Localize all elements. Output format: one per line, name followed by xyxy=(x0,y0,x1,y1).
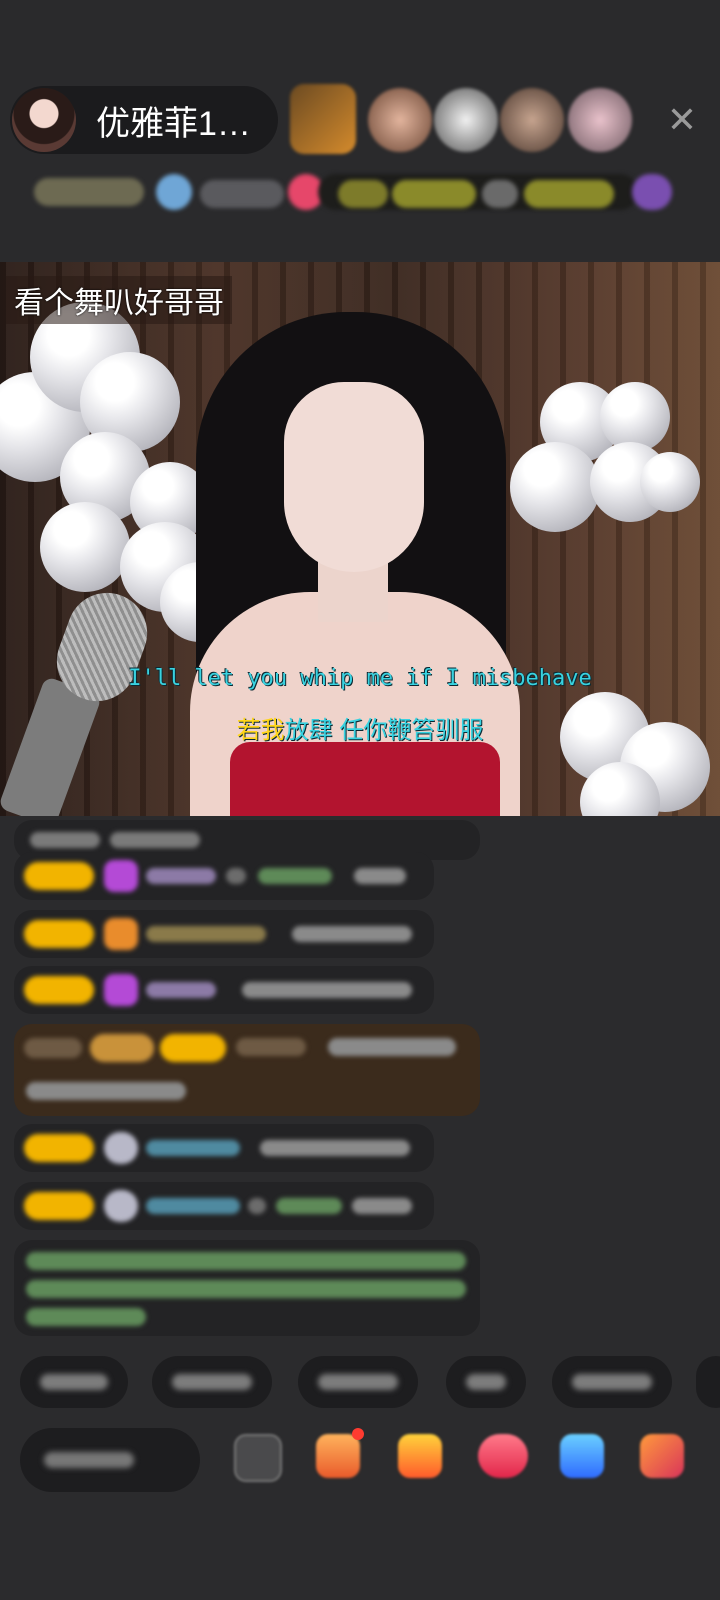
quick-reply-chip[interactable] xyxy=(298,1356,418,1408)
lyric-chinese: 若我放肆 任你鞭笞驯服 xyxy=(0,710,720,745)
user-level-badge xyxy=(24,920,94,948)
ticker-badge xyxy=(34,178,144,206)
lyric-rest: 放肆 任你鞭笞驯服 xyxy=(284,717,484,744)
quick-reply-chip[interactable] xyxy=(20,1356,128,1408)
ticker-text xyxy=(482,180,518,208)
quick-reply-chip[interactable] xyxy=(696,1356,720,1408)
chat-message xyxy=(14,852,434,900)
balloon xyxy=(40,502,130,592)
more-apps-icon[interactable] xyxy=(640,1434,684,1478)
user-level-badge xyxy=(24,976,94,1004)
system-notice xyxy=(14,1240,480,1336)
viewer-avatar[interactable] xyxy=(434,88,498,152)
top-fan-avatar[interactable] xyxy=(290,84,356,154)
game-icon[interactable] xyxy=(560,1434,604,1478)
bottom-toolbar xyxy=(0,1420,720,1500)
quick-reply-bar xyxy=(0,1356,720,1412)
streamer-face xyxy=(284,382,424,572)
balloon xyxy=(640,452,700,512)
user-level-badge xyxy=(24,1192,94,1220)
gift-icon xyxy=(104,918,138,950)
balloon xyxy=(510,442,600,532)
host-info[interactable]: 优雅菲1… xyxy=(10,86,278,154)
red-packet-icon[interactable] xyxy=(316,1434,360,1478)
lyric-english: I'll let you whip me if I misbehave xyxy=(128,666,592,691)
user-level-badge xyxy=(24,862,94,890)
user-avatar xyxy=(104,1132,138,1164)
ticker-text xyxy=(524,180,614,208)
chat-message xyxy=(14,910,434,958)
share-icon[interactable] xyxy=(234,1434,282,1482)
quick-reply-chip[interactable] xyxy=(152,1356,272,1408)
ticker-text xyxy=(200,180,284,208)
user-level-badge xyxy=(160,1034,226,1062)
chat-message-highlighted xyxy=(14,1024,480,1116)
lyric-highlight: 若我 xyxy=(236,717,285,744)
chat-message xyxy=(14,1124,434,1172)
ticker-text xyxy=(392,180,476,208)
user-avatar xyxy=(104,1190,138,1222)
ticker-icon xyxy=(632,174,672,210)
host-name[interactable]: 优雅菲1… xyxy=(96,96,251,145)
live-video[interactable]: 看个舞叭好哥哥 I'll let you whip me if I misbeh… xyxy=(0,262,720,816)
lips-icon[interactable] xyxy=(478,1434,528,1478)
viewer-avatar[interactable] xyxy=(500,88,564,152)
quick-reply-chip[interactable] xyxy=(552,1356,672,1408)
comment-input[interactable] xyxy=(20,1428,200,1492)
stream-caption: 看个舞叭好哥哥 xyxy=(6,276,232,324)
chat-message xyxy=(14,966,434,1014)
close-icon[interactable]: ✕ xyxy=(662,100,702,140)
quick-reply-chip[interactable] xyxy=(446,1356,526,1408)
gem-icon xyxy=(104,860,138,892)
notification-dot xyxy=(352,1428,364,1440)
top-bar: 优雅菲1… ✕ xyxy=(0,0,720,260)
viewer-avatar[interactable] xyxy=(568,88,632,152)
streamer-dress xyxy=(230,742,500,816)
gem-icon xyxy=(104,974,138,1006)
gift-box-icon[interactable] xyxy=(398,1434,442,1478)
host-avatar[interactable] xyxy=(12,88,76,152)
ticker-avatar xyxy=(156,174,192,210)
ticker-text xyxy=(338,180,388,208)
user-level-badge xyxy=(24,1134,94,1162)
notification-ticker xyxy=(20,168,700,218)
chat-message xyxy=(14,1182,434,1230)
viewer-avatar[interactable] xyxy=(368,88,432,152)
